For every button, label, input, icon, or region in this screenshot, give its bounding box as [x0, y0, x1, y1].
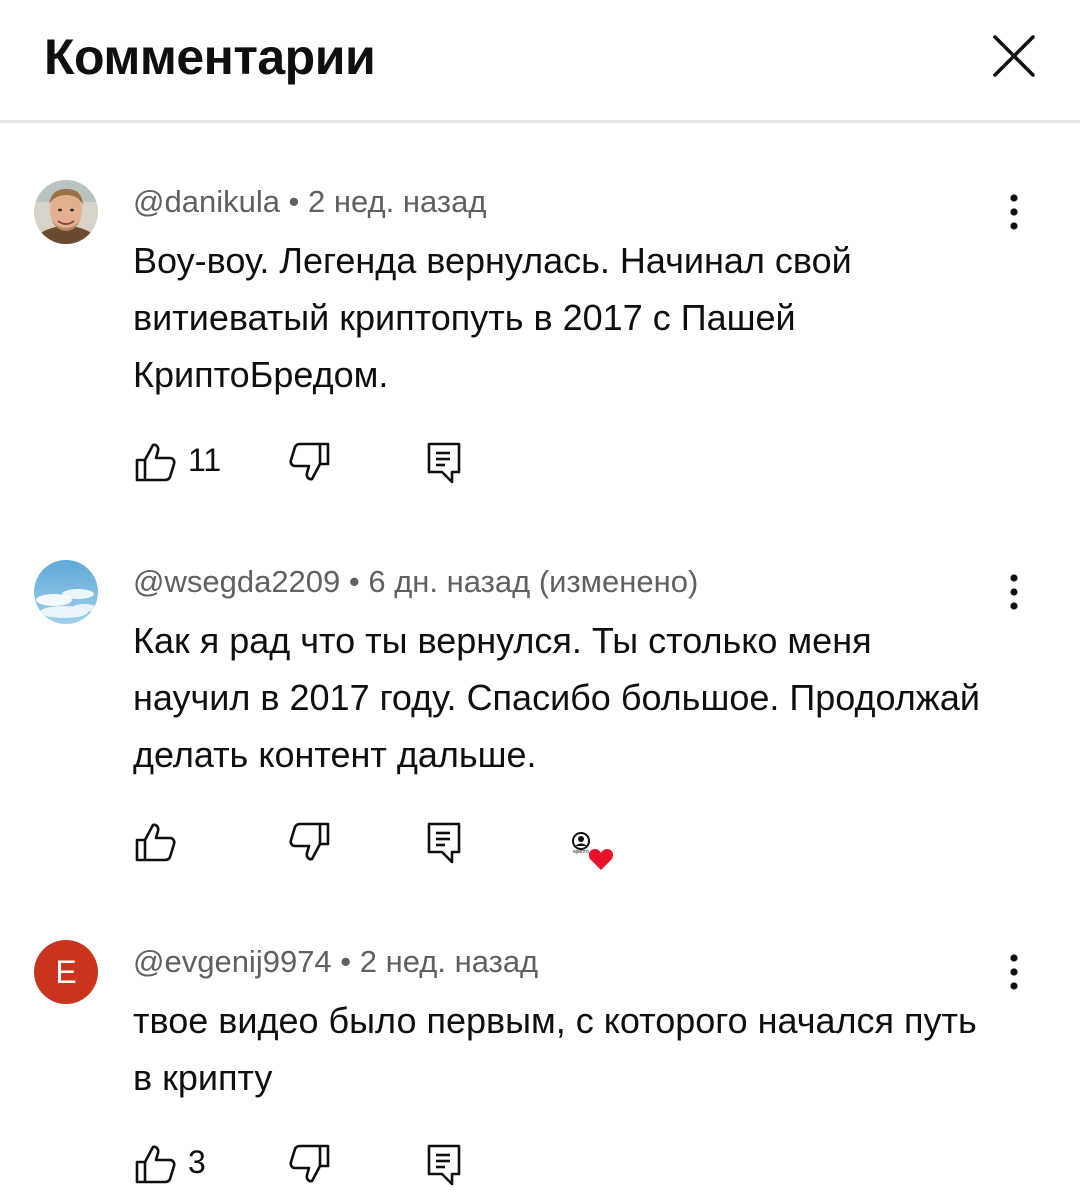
- reply-icon: [427, 1144, 461, 1186]
- comments-header: Комментарии: [0, 0, 1080, 122]
- avatar[interactable]: [34, 560, 98, 624]
- avatar[interactable]: E: [34, 940, 98, 1004]
- comment-meta[interactable]: @evgenij9974 • 2 нед. назад: [133, 944, 538, 980]
- comment-item: @danikula • 2 нед. назад Воу-воу. Легенд…: [0, 180, 1080, 500]
- reply-button[interactable]: [425, 440, 465, 486]
- thumb-down-icon: [289, 822, 330, 861]
- comment-meta[interactable]: @wsegda2209 • 6 дн. назад (изменено): [133, 564, 698, 600]
- reply-button[interactable]: [425, 1142, 465, 1188]
- creator-heart: крипто: [561, 828, 617, 872]
- comment-text: твое видео было первым, с которого начал…: [133, 1000, 977, 1098]
- more-button[interactable]: [996, 950, 1032, 994]
- dislike-button[interactable]: [288, 1142, 332, 1186]
- dislike-button[interactable]: [288, 820, 332, 864]
- comment-text: Как я рад что ты вернулся. Ты столько ме…: [133, 620, 980, 775]
- more-vertical-icon: [1010, 954, 1018, 990]
- comment-item: @wsegda2209 • 6 дн. назад (изменено) Как…: [0, 560, 1080, 880]
- reply-icon: [427, 822, 461, 864]
- page-title: Комментарии: [44, 29, 376, 85]
- like-count: 11: [188, 442, 222, 478]
- comment-actions: 11: [133, 440, 493, 490]
- more-button[interactable]: [996, 190, 1032, 234]
- header-divider: [0, 120, 1080, 123]
- like-button[interactable]: 3: [133, 1142, 223, 1186]
- like-button[interactable]: 11: [133, 440, 233, 484]
- svg-text:крипто: крипто: [573, 849, 589, 855]
- reply-icon: [427, 442, 461, 484]
- thumb-up-icon: [135, 443, 176, 482]
- thumb-up-icon: [135, 1145, 176, 1184]
- creator-avatar-icon: крипто: [572, 832, 590, 855]
- comment-meta[interactable]: @danikula • 2 нед. назад: [133, 184, 486, 220]
- close-icon: [993, 35, 1035, 77]
- like-count: 3: [188, 1144, 206, 1180]
- thumb-down-icon: [289, 442, 330, 481]
- thumb-up-icon: [135, 823, 176, 862]
- comment-actions: 3: [133, 1142, 493, 1192]
- thumb-down-icon: [289, 1144, 330, 1183]
- dislike-button[interactable]: [288, 440, 332, 484]
- comment-item: E @evgenij9974 • 2 нед. назад твое видео…: [0, 940, 1080, 1200]
- close-button[interactable]: [986, 28, 1042, 84]
- avatar[interactable]: [34, 180, 98, 244]
- more-vertical-icon: [1010, 574, 1018, 610]
- heart-icon: [588, 849, 614, 870]
- comment-actions: крипто: [133, 820, 633, 870]
- like-button[interactable]: [133, 820, 177, 864]
- avatar-letter: E: [55, 954, 77, 990]
- more-button[interactable]: [996, 570, 1032, 614]
- more-vertical-icon: [1010, 194, 1018, 230]
- reply-button[interactable]: [425, 820, 465, 866]
- comment-text: Воу-воу. Легенда вернулась. Начинал свой…: [133, 240, 852, 395]
